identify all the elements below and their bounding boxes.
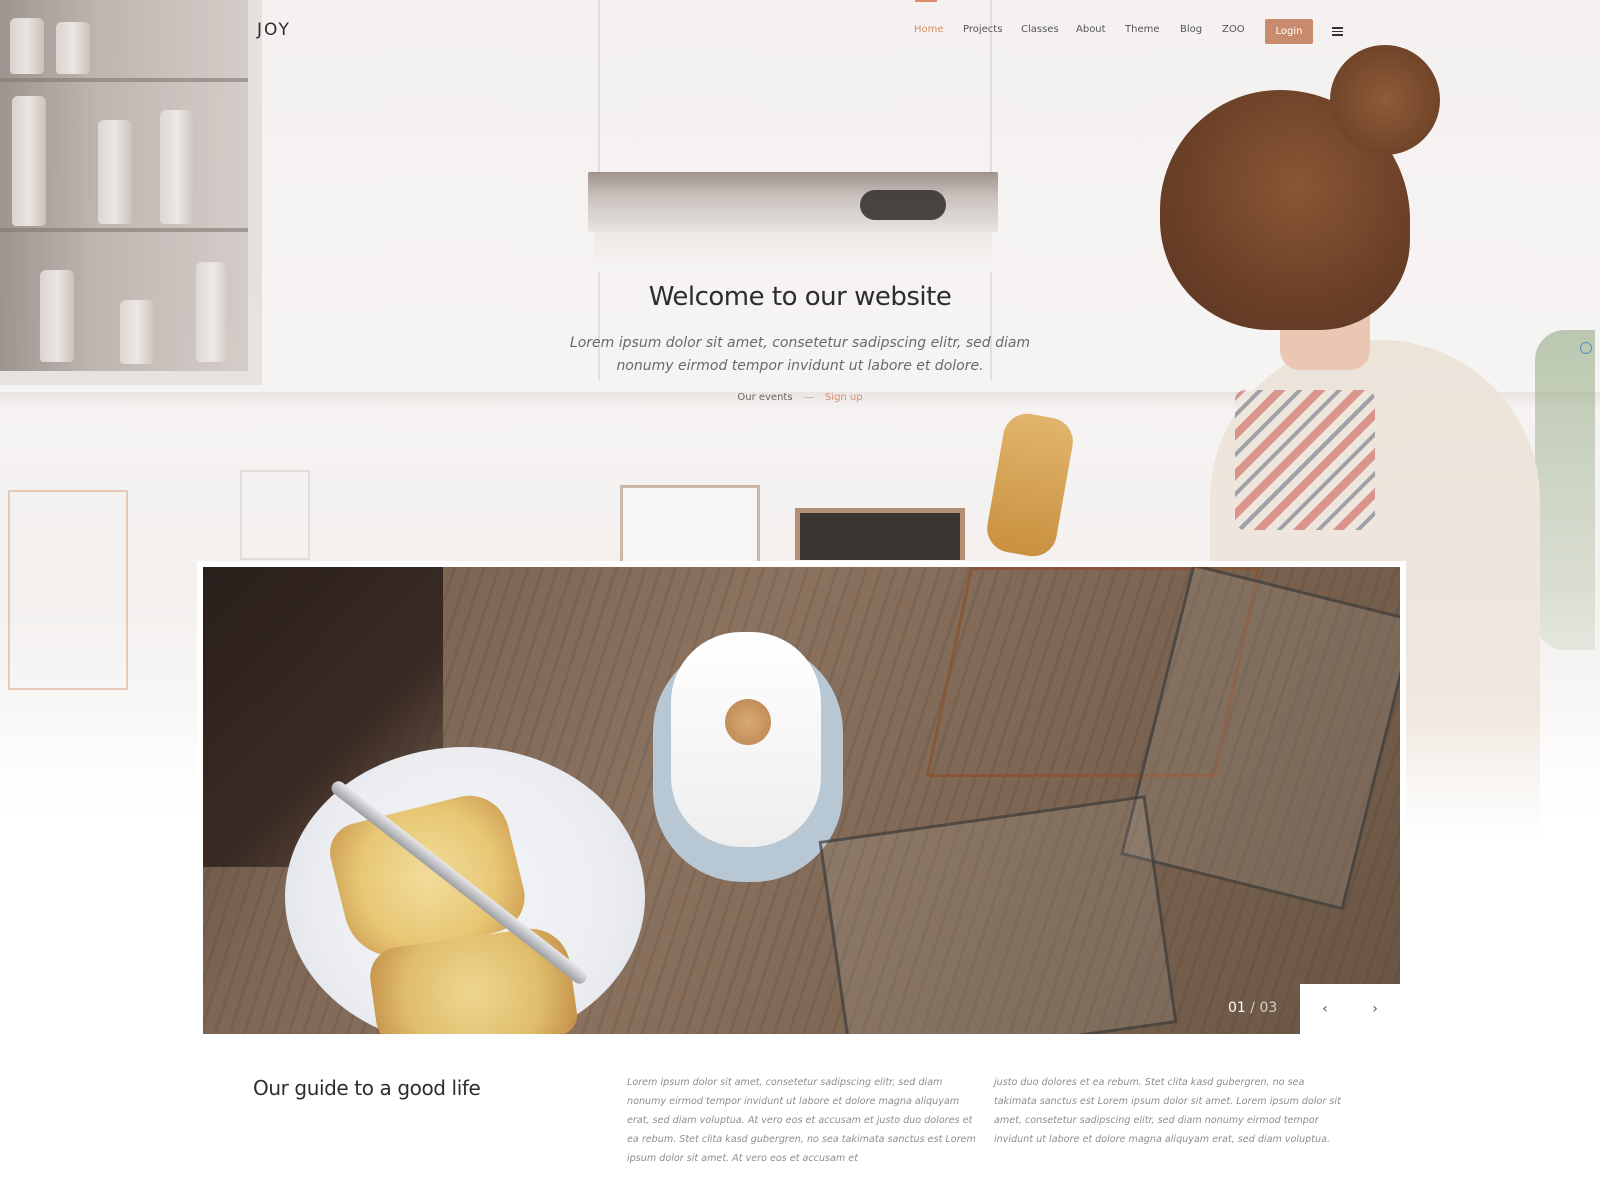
guide-text-column-2: justo duo dolores et ea rebum. Stet clit… <box>994 1077 1341 1145</box>
nav-item-classes[interactable]: Classes <box>1021 24 1059 35</box>
our-events-link[interactable]: Our events <box>737 392 792 403</box>
blackboard <box>795 508 965 560</box>
hero-subtitle: Lorem ipsum dolor sit amet, consetetur s… <box>569 335 1031 374</box>
chevron-left-icon[interactable]: ‹ <box>1310 1001 1340 1017</box>
hero-title: Welcome to our website <box>648 282 952 312</box>
chevron-right-icon[interactable]: › <box>1360 1001 1390 1017</box>
guide-title: Our guide to a good life <box>253 1076 481 1100</box>
nav-item-zoo[interactable]: ZOO <box>1222 24 1245 35</box>
nav-item-home[interactable]: Home <box>914 24 944 35</box>
nav-item-projects[interactable]: Projects <box>963 24 1002 35</box>
slide-separator: / <box>1250 1000 1255 1016</box>
slider-image <box>203 567 1400 1034</box>
clipboard <box>620 485 760 565</box>
slide-total: 03 <box>1259 1000 1278 1016</box>
side-indicator-dot[interactable] <box>1580 342 1592 354</box>
slide-counter: 01 / 03 <box>1228 1000 1277 1016</box>
sign-up-link[interactable]: Sign up <box>825 392 863 403</box>
hamburger-icon[interactable] <box>1332 27 1343 36</box>
main-nav: Home Projects Classes About Theme Blog Z… <box>0 0 1600 44</box>
shelf-cabinet <box>0 0 262 385</box>
hero-links: Our events Sign up <box>0 392 1600 403</box>
nav-active-indicator <box>915 0 937 2</box>
nav-item-theme[interactable]: Theme <box>1125 24 1160 35</box>
nav-item-about[interactable]: About <box>1076 24 1106 35</box>
login-button[interactable]: Login <box>1265 19 1313 44</box>
slide-current: 01 <box>1228 1000 1246 1016</box>
nav-item-blog[interactable]: Blog <box>1180 24 1202 35</box>
slider-nav: ‹ › <box>1300 984 1400 1034</box>
glass-terrarium <box>818 795 1178 1034</box>
guide-text-column-1: Lorem ipsum dolor sit amet, consetetur s… <box>627 1077 976 1164</box>
link-separator <box>803 396 814 398</box>
